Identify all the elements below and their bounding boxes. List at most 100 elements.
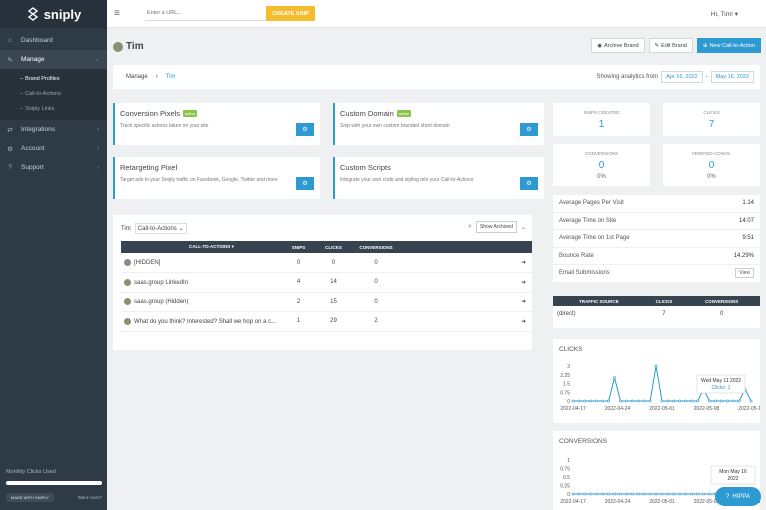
analytics-label: Showing analytics from xyxy=(596,74,659,80)
table-row[interactable]: What do you think? Interested? Shall we … xyxy=(121,311,532,332)
feature-settings-button[interactable]: ⚙ xyxy=(520,123,538,136)
y-tick-label: 0 xyxy=(567,492,570,498)
button-label: Archive Brand xyxy=(604,42,639,49)
metric-value: 1.14 xyxy=(742,200,754,207)
question-icon: ? xyxy=(8,164,12,171)
cta-table: CALL-TO-ACTIONS ▾ SNIPS CLICKS CONVERSIO… xyxy=(121,241,532,332)
subitem-label: Sniply Links xyxy=(25,105,55,112)
button-label: Edit Brand xyxy=(661,42,687,49)
data-point xyxy=(601,492,605,496)
sniply-logo[interactable]: sniply xyxy=(0,0,107,28)
edit-brand-button[interactable]: ✎ Edit Brand xyxy=(648,38,693,53)
table-row[interactable]: saas.group (Hidden) 2 15 0 ➜ xyxy=(121,292,532,312)
date-from[interactable]: Apr 16, 2022 xyxy=(661,71,703,83)
create-snip-button[interactable]: CREATE SNIP xyxy=(266,6,315,21)
stat-percent: 0% xyxy=(597,174,606,180)
avatar xyxy=(124,278,131,286)
y-tick-label: 3 xyxy=(567,364,570,370)
chevron-down-icon[interactable]: ⌄ xyxy=(521,224,526,231)
column-header[interactable]: CLICKS xyxy=(316,241,351,253)
user-menu[interactable]: Hi, Tim! ▾ xyxy=(711,10,738,18)
top-bar: ≡ CREATE SNIP Hi, Tim! ▾ xyxy=(107,0,766,28)
logo-text: sniply xyxy=(43,6,82,22)
tooltip-date: Mon May 16 xyxy=(719,469,747,475)
cta-clicks: 0 xyxy=(316,253,351,273)
date-to[interactable]: May 16, 2022 xyxy=(710,71,754,83)
stat-value: 7 xyxy=(708,119,715,130)
table-row: (direct) 7 0 xyxy=(553,306,760,322)
show-archived-button[interactable]: Show Archived xyxy=(475,221,517,233)
clicks-chart-panel: CLICKS 3 2.25 1.5 0.75 0 2022-04-17 2022-04-24… xyxy=(553,339,764,423)
feature-settings-button[interactable]: ⚙ xyxy=(296,177,314,190)
sidebar-subitem-brand-profiles[interactable]: – Brand Profiles xyxy=(0,71,107,86)
archive-brand-button[interactable]: ◉ Archive Brand xyxy=(591,38,645,53)
data-point xyxy=(690,492,694,496)
data-point xyxy=(684,492,688,496)
sidebar: sniply ⌂ Dashboard ✎ Manage ⌄ – Brand Pro… xyxy=(0,0,107,510)
table-row[interactable]: saas.group LinkedIn 4 14 0 ➜ xyxy=(121,272,532,293)
column-header: CONVERSIONS xyxy=(683,296,760,306)
gear-icon: ⚙ xyxy=(7,145,13,153)
data-point xyxy=(719,399,723,403)
sidebar-item-support[interactable]: ? Support › xyxy=(0,158,107,177)
menu-icon[interactable]: ≡ xyxy=(114,8,126,19)
sidebar-item-label: Manage xyxy=(21,56,45,63)
breadcrumb-manage[interactable]: Manage xyxy=(126,74,148,80)
sidebar-item-manage[interactable]: ✎ Manage ⌄ xyxy=(0,50,107,69)
cta-type-select[interactable]: Call-to-Actions ⌄ xyxy=(134,223,187,234)
y-tick-label: 0.25 xyxy=(560,484,570,490)
metric-label: Average Time on Site xyxy=(559,217,617,224)
column-header[interactable]: CALL-TO-ACTIONS ▾ xyxy=(121,241,281,253)
metric-label: Average Pages Per Visit xyxy=(559,200,624,207)
data-point xyxy=(583,492,587,496)
sidebar-subitem-call-to-actions[interactable]: – Call-to-Actions xyxy=(0,86,107,101)
sidebar-item-label: Support xyxy=(21,164,44,171)
feature-desc: Integrate your own code and styling into… xyxy=(340,177,474,183)
view-emails-button[interactable]: View xyxy=(735,268,754,279)
sidebar-item-integrations[interactable]: ⇄ Integrations › xyxy=(0,120,107,139)
sidebar-item-account[interactable]: ⚙ Account › xyxy=(0,139,107,158)
new-call-to-action-button[interactable]: ⊕ New Call-to-Action xyxy=(696,38,761,53)
arrow-right-icon[interactable]: ➜ xyxy=(401,311,532,332)
avatar xyxy=(124,258,131,266)
tooltip-value: Clicks: 1 xyxy=(712,385,731,391)
gear-icon: ⚙ xyxy=(302,181,308,187)
sidebar-subitem-sniply-links[interactable]: – Sniply Links xyxy=(0,101,107,116)
feature-settings-button[interactable]: ⚙ xyxy=(296,123,314,136)
feature-settings-button[interactable]: ⚙ xyxy=(520,177,538,190)
sidebar-item-label: Integrations xyxy=(21,126,55,133)
y-tick-label: 0 xyxy=(567,399,570,405)
column-header[interactable]: CONVERSIONS xyxy=(351,241,401,253)
button-label: New Call-to-Action xyxy=(709,42,755,49)
metric-row: Bounce Rate 14.29% xyxy=(553,248,760,265)
data-point xyxy=(737,399,741,403)
data-point xyxy=(713,399,717,403)
help-chat-button[interactable]: ? HIPPA xyxy=(715,487,761,506)
sidebar-item-label: Account xyxy=(21,145,45,152)
data-point xyxy=(731,399,735,403)
column-header[interactable]: SNIPS xyxy=(281,241,316,253)
metric-label: Bounce Rate xyxy=(559,252,594,259)
stat-label: CLICKS xyxy=(703,110,720,115)
avatar xyxy=(124,298,131,306)
data-point xyxy=(690,399,694,403)
metric-value: 14.29% xyxy=(733,252,754,259)
date-separator: - xyxy=(705,74,708,80)
cta-snips: 1 xyxy=(281,311,316,332)
data-point xyxy=(619,492,622,496)
table-row[interactable]: [HIDDEN] 0 0 0 ➜ xyxy=(121,253,532,273)
traffic-source-panel: TRAFFIC SOURCE CLICKS CONVERSIONS (direc… xyxy=(553,296,760,328)
stat-label: VERIFIED CONVS. xyxy=(691,151,732,156)
metric-value: 9:51 xyxy=(742,235,754,242)
arrow-right-icon[interactable]: ➜ xyxy=(401,253,532,273)
data-point xyxy=(702,492,705,496)
want-more-link[interactable]: Want more? xyxy=(78,495,102,500)
sidebar-item-dashboard[interactable]: ⌂ Dashboard xyxy=(0,31,107,50)
arrow-right-icon[interactable]: ➜ xyxy=(401,272,532,293)
arrow-right-icon[interactable]: ➜ xyxy=(401,292,532,312)
search-icon[interactable]: ⌕ xyxy=(468,223,472,231)
wrench-icon: ✎ xyxy=(7,56,13,64)
feature-title: Custom Domain xyxy=(340,109,394,118)
url-input[interactable] xyxy=(145,6,266,21)
made-with-sniply-badge[interactable]: MADE WITH SNIPLY xyxy=(6,493,54,502)
